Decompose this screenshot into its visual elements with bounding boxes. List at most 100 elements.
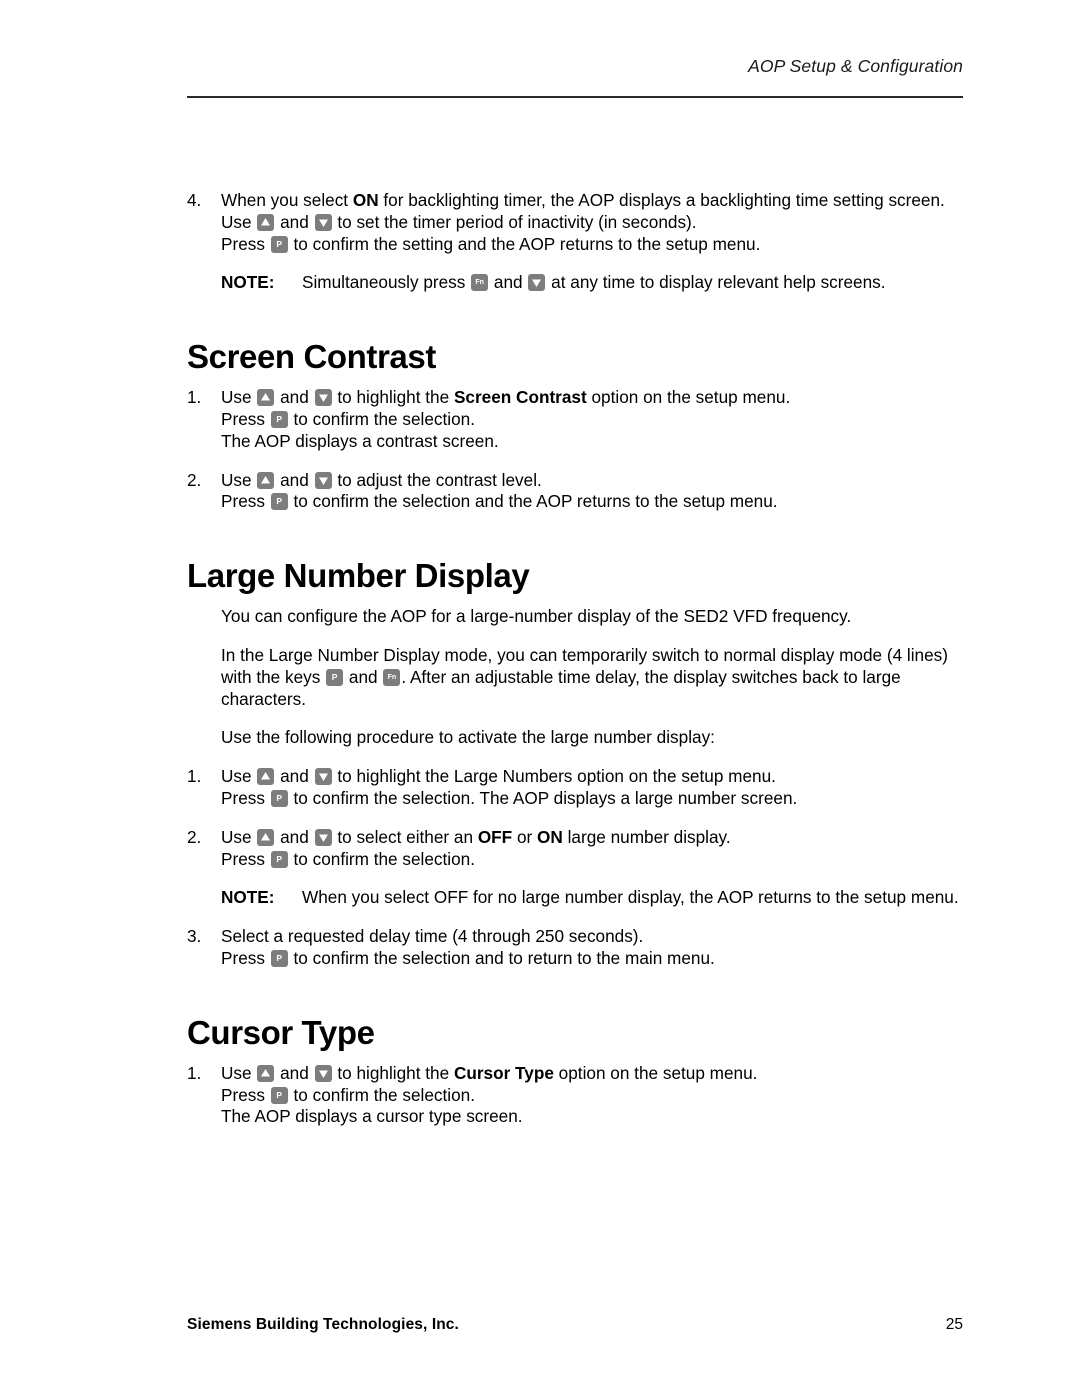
list-item-number: 1.	[187, 1062, 202, 1083]
list-item-body: Use and to select either an OFF or ON la…	[221, 827, 977, 871]
section-heading-large-number-display: Large Number Display	[187, 557, 530, 595]
text-run: Use	[221, 826, 257, 847]
text-run: to highlight the	[332, 387, 454, 408]
fn-key-label: Fn	[387, 673, 397, 681]
down-arrow-key-icon	[314, 389, 332, 407]
note-label: NOTE:	[221, 272, 275, 293]
header-divider	[187, 96, 963, 98]
p-key-label: P	[276, 238, 283, 249]
text-line: Use and to highlight the Cursor Type opt…	[221, 1063, 977, 1085]
text-line: Use and to set the timer period of inact…	[221, 212, 977, 234]
text-run: to adjust the contrast level.	[332, 469, 542, 490]
note-block: NOTE: When you select OFF for no large n…	[221, 887, 977, 909]
document-page: AOP Setup & Configuration 4. When you se…	[0, 0, 1080, 1397]
text-run: and	[275, 826, 314, 847]
text-line: Press P to confirm the selection. The AO…	[221, 788, 977, 810]
text-run: Use	[221, 1062, 257, 1083]
header-title: AOP Setup & Configuration	[748, 56, 963, 76]
text-run: to confirm the selection.	[288, 408, 476, 429]
text-run: to confirm the selection.	[288, 848, 476, 869]
text-run: to confirm the selection. The AOP displa…	[288, 787, 798, 808]
bold-run: ON	[537, 826, 563, 847]
text-run: option on the setup menu.	[586, 387, 791, 408]
p-key-label: P	[276, 1089, 283, 1100]
p-key-icon: P	[270, 410, 288, 428]
up-arrow-key-icon	[257, 389, 275, 407]
p-key-icon: P	[270, 789, 288, 807]
text-run: and	[344, 666, 383, 687]
list-item: 3. Select a requested delay time (4 thro…	[187, 926, 977, 970]
list-item-number: 4.	[187, 190, 202, 210]
p-key-label: P	[331, 671, 338, 682]
text-run: Use	[221, 469, 257, 490]
p-key-label: P	[276, 952, 283, 963]
text-run: option on the setup menu.	[553, 1062, 758, 1083]
up-arrow-key-icon	[257, 1064, 275, 1082]
down-arrow-key-icon	[314, 471, 332, 489]
text-run: to confirm the selection and to return t…	[288, 947, 715, 968]
footer-page-number: 25	[945, 1316, 963, 1333]
text-run: or	[512, 826, 538, 847]
list-item-number: 2.	[187, 469, 202, 490]
text-line: Press P to confirm the selection and to …	[221, 948, 977, 970]
bold-run: ON	[352, 190, 379, 210]
list-item-number: 1.	[187, 766, 202, 787]
p-key-label: P	[276, 792, 283, 803]
text-line: Press P to confirm the selection.	[221, 1085, 977, 1107]
text-run: and	[275, 211, 314, 232]
text-line: Use and to highlight the Large Numbers o…	[221, 766, 977, 788]
text-line: The AOP displays a cursor type screen.	[221, 1106, 523, 1127]
list-item-body: Select a requested delay time (4 through…	[221, 926, 977, 970]
down-arrow-key-icon	[314, 213, 332, 231]
text-run: Press	[221, 1084, 270, 1105]
bold-run: Screen Contrast	[453, 387, 587, 408]
p-key-icon: P	[270, 949, 288, 967]
list-item: 1. Use and to highlight the Screen Contr…	[187, 387, 977, 452]
text-run: Use	[221, 387, 257, 408]
list-item: 4. When you select ON for backlighting t…	[187, 190, 977, 255]
fn-key-label: Fn	[475, 279, 484, 287]
text-line: Press P to confirm the setting and the A…	[221, 234, 977, 256]
text-run: Press	[221, 787, 270, 808]
bold-run: Cursor Type	[453, 1062, 554, 1083]
text-run: and	[275, 469, 314, 490]
fn-key-icon: Fn	[471, 274, 489, 292]
fn-key-icon: Fn	[383, 668, 401, 686]
text-run: to confirm the selection.	[288, 1084, 476, 1105]
note-block: NOTE: Simultaneously press Fn and at any…	[221, 272, 977, 294]
list-item-body: When you select ON for backlighting time…	[221, 190, 977, 255]
list-item: 2. Use and to select either an OFF or ON…	[187, 827, 977, 871]
section-heading-screen-contrast: Screen Contrast	[187, 338, 436, 376]
text-run: Press	[221, 947, 270, 968]
text-line: Use and to adjust the contrast level.	[221, 470, 977, 492]
text-run: large number display.	[562, 826, 731, 847]
list-item-number: 1.	[187, 387, 202, 408]
text-line: When you select ON for backlighting time…	[221, 190, 977, 212]
text-run: When you select	[221, 190, 353, 210]
text-run: Use	[221, 211, 257, 232]
text-run: to select either an	[332, 826, 478, 847]
page-footer: Siemens Building Technologies, Inc. 25	[187, 1316, 963, 1334]
text-run: to set the timer period of inactivity (i…	[332, 211, 697, 232]
text-run: Use	[221, 766, 257, 787]
note-body: When you select OFF for no large number …	[302, 887, 959, 908]
page-header: AOP Setup & Configuration	[187, 56, 963, 77]
paragraph: In the Large Number Display mode, you ca…	[221, 645, 977, 710]
text-run: to highlight the Large Numbers option on…	[332, 766, 776, 787]
text-run: to confirm the setting and the AOP retur…	[288, 233, 761, 254]
list-item: 1. Use and to highlight the Cursor Type …	[187, 1063, 977, 1128]
down-arrow-key-icon	[314, 768, 332, 786]
p-key-label: P	[276, 496, 283, 507]
text-run: and	[489, 272, 528, 293]
p-key-icon: P	[270, 235, 288, 253]
up-arrow-key-icon	[257, 471, 275, 489]
list-item-number: 3.	[187, 926, 202, 947]
section-heading-cursor-type: Cursor Type	[187, 1013, 375, 1051]
up-arrow-key-icon	[257, 213, 275, 231]
up-arrow-key-icon	[257, 828, 275, 846]
text-run: and	[275, 387, 314, 408]
text-line: Press P to confirm the selection.	[221, 849, 977, 871]
text-line: Use and to select either an OFF or ON la…	[221, 827, 977, 849]
footer-company: Siemens Building Technologies, Inc.	[187, 1316, 459, 1333]
p-key-icon: P	[270, 850, 288, 868]
